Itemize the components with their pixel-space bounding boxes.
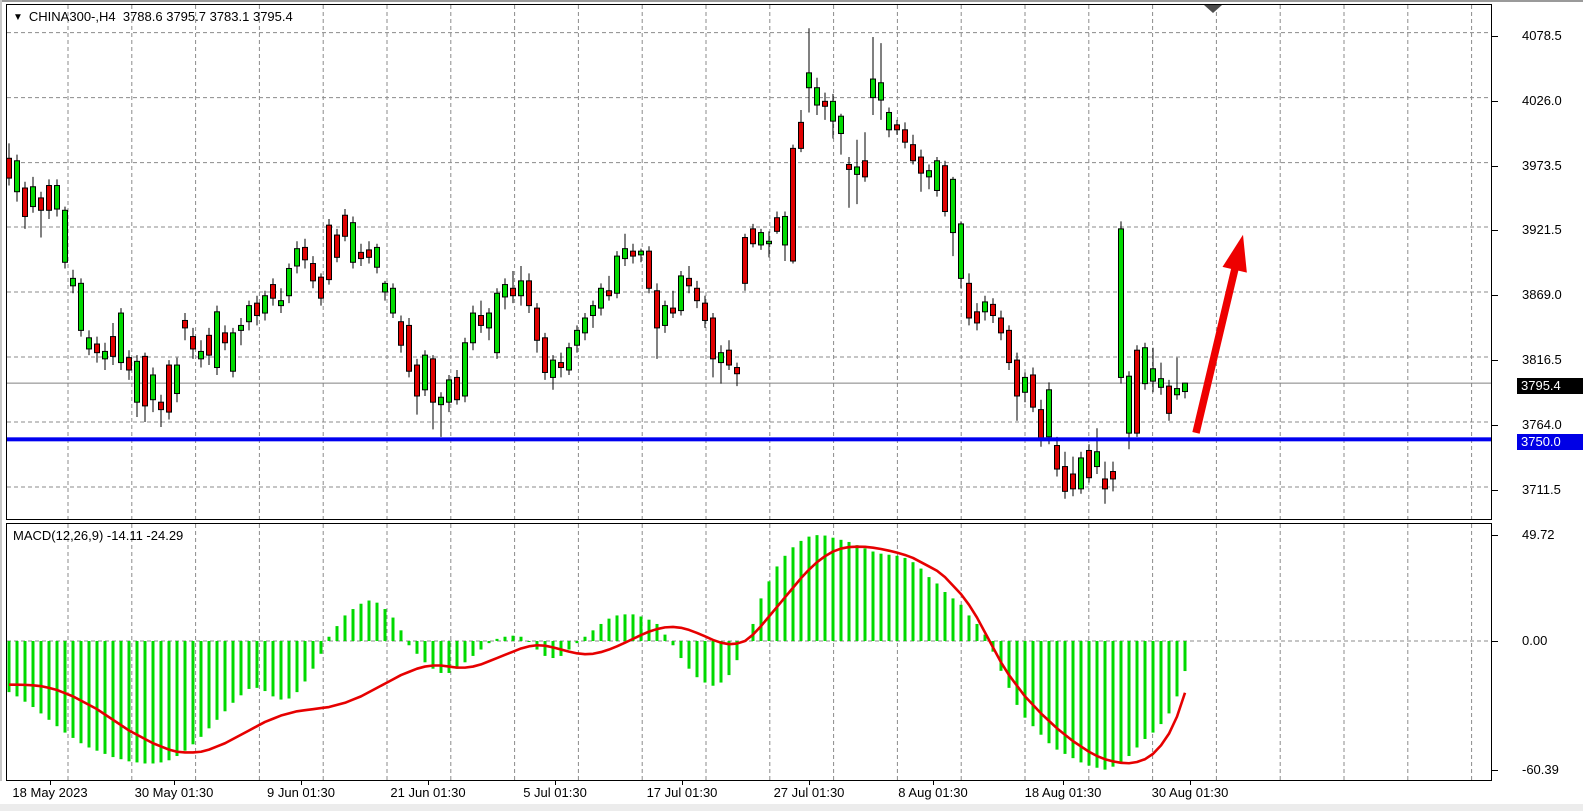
price-axis-label: 3869.0	[1522, 287, 1562, 302]
mt4-chart-window: ▼ CHINA300-,H4 3788.6 3795.7 3783.1 3795.…	[0, 0, 1583, 811]
price-horizontal-gridlines	[7, 33, 1491, 487]
price-chart-canvas[interactable]	[7, 5, 1491, 519]
price-axis-tick	[1492, 166, 1498, 167]
time-axis-label: 21 Jun 01:30	[390, 785, 465, 800]
chart-title: ▼ CHINA300-,H4 3788.6 3795.7 3783.1 3795.…	[13, 9, 293, 24]
price-axis-tick	[1492, 230, 1498, 231]
price-axis-tick	[1492, 360, 1498, 361]
time-axis-tick	[428, 781, 429, 785]
time-axis-label: 9 Jun 01:30	[267, 785, 335, 800]
macd-axis-label: 0.00	[1522, 633, 1547, 648]
price-axis-label: 3973.5	[1522, 158, 1562, 173]
time-axis-tick	[933, 781, 934, 785]
time-axis-label: 17 Jul 01:30	[647, 785, 718, 800]
support-line-price-badge: 3750.0	[1517, 434, 1583, 450]
time-axis-tick	[1190, 781, 1191, 785]
price-axis-tick	[1492, 101, 1498, 102]
time-axis-label: 18 Aug 01:30	[1025, 785, 1102, 800]
macd-axis-label: -60.39	[1522, 762, 1559, 777]
window-left-edge	[0, 0, 2, 805]
macd-chart-canvas[interactable]	[7, 524, 1491, 780]
time-axis-label: 18 May 2023	[12, 785, 87, 800]
macd-axis-tick	[1492, 535, 1498, 536]
price-axis-label: 3764.0	[1522, 417, 1562, 432]
price-axis-tick	[1492, 295, 1498, 296]
bid-price-badge: 3795.4	[1517, 378, 1583, 394]
macd-indicator-label: MACD(12,26,9) -14.11 -24.29	[13, 528, 183, 543]
price-axis-tick	[1492, 490, 1498, 491]
time-axis[interactable]: 18 May 2023 30 May 01:30 9 Jun 01:30 21 Jun…	[0, 781, 1583, 804]
price-axis-tick	[1492, 36, 1498, 37]
symbol-dropdown-icon: ▼	[13, 12, 23, 23]
time-axis-label: 5 Jul 01:30	[523, 785, 587, 800]
window-bottom-edge	[0, 804, 1583, 811]
macd-pane: MACD(12,26,9) -14.11 -24.29	[6, 523, 1492, 781]
macd-axis[interactable]: 49.72 0.00 -60.39	[1491, 523, 1583, 781]
time-axis-tick	[1063, 781, 1064, 785]
macd-axis-tick	[1492, 770, 1498, 771]
window-top-edge	[0, 0, 1583, 2]
macd-axis-tick	[1492, 641, 1498, 642]
time-axis-tick	[682, 781, 683, 785]
price-vertical-gridlines	[68, 5, 1472, 519]
time-axis-tick	[174, 781, 175, 785]
time-axis-label: 8 Aug 01:30	[898, 785, 967, 800]
macd-vertical-gridlines	[68, 524, 1472, 780]
time-axis-tick	[301, 781, 302, 785]
support-line[interactable]	[7, 437, 1491, 441]
symbol-period-label: CHINA300-,H4	[29, 9, 116, 24]
time-axis-label: 30 May 01:30	[135, 785, 214, 800]
price-axis-label: 3921.5	[1522, 222, 1562, 237]
price-axis-label: 4078.5	[1522, 28, 1562, 43]
trend-arrow[interactable]	[1196, 235, 1247, 433]
macd-axis-label: 49.72	[1522, 527, 1555, 542]
price-axis-label: 3816.5	[1522, 352, 1562, 367]
price-pane: ▼ CHINA300-,H4 3788.6 3795.7 3783.1 3795.…	[6, 4, 1492, 520]
candlestick-series	[7, 28, 1188, 503]
time-axis-label: 27 Jul 01:30	[774, 785, 845, 800]
time-axis-label: 30 Aug 01:30	[1152, 785, 1229, 800]
price-axis-tick	[1492, 425, 1498, 426]
price-axis-label: 4026.0	[1522, 93, 1562, 108]
chart-shift-marker-icon[interactable]	[1204, 5, 1222, 13]
price-axis-label: 3711.5	[1522, 482, 1561, 497]
ohlc-readout: 3788.6 3795.7 3783.1 3795.4	[123, 9, 293, 24]
time-axis-tick	[50, 781, 51, 785]
time-axis-tick	[809, 781, 810, 785]
time-axis-tick	[555, 781, 556, 785]
price-axis[interactable]: 3795.4 3750.0 4078.5 4026.0 3973.5 3921.5 38…	[1491, 4, 1583, 519]
